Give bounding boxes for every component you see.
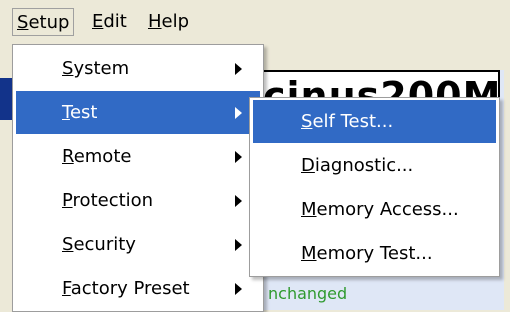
menu-item-factory-preset[interactable]: Factory Preset: [16, 267, 260, 310]
menu-item-remote[interactable]: Remote: [16, 135, 260, 178]
menu-item-self-test-label: elf Test...: [312, 111, 394, 132]
menu-item-diagnostic[interactable]: Diagnostic...: [253, 144, 496, 187]
menu-item-diagnostic-mnemonic: D: [301, 155, 315, 176]
menu-item-security[interactable]: Security: [16, 223, 260, 266]
menu-item-memory-test-label: emory Test...: [316, 243, 433, 264]
menu-edit-mnemonic: E: [92, 11, 104, 32]
menu-item-protection-label: rotection: [72, 190, 154, 211]
menu-item-factory-preset-label: actory Preset: [70, 278, 190, 299]
menu-item-remote-mnemonic: R: [62, 146, 74, 167]
menu-item-factory-preset-mnemonic: F: [62, 278, 71, 299]
menu-item-test-label: est: [69, 102, 98, 123]
menu-item-self-test[interactable]: Self Test...: [253, 100, 496, 143]
menu-item-system-label: ystem: [73, 58, 130, 79]
menu-item-memory-access[interactable]: Memory Access...: [253, 188, 496, 231]
menu-item-protection[interactable]: Protection: [16, 179, 260, 222]
menu-item-security-label: ecurity: [73, 234, 136, 255]
status-text: nchanged: [268, 284, 348, 303]
menu-help-mnemonic: H: [148, 11, 162, 32]
menu-item-memory-test[interactable]: Memory Test...: [253, 232, 496, 275]
submenu-arrow-icon: [235, 151, 242, 163]
menu-item-test[interactable]: Test: [16, 91, 260, 134]
submenu-arrow-icon: [235, 107, 242, 119]
submenu-arrow-icon: [235, 195, 242, 207]
menu-item-memory-access-label: emory Access...: [316, 199, 459, 220]
menu-item-remote-label: emote: [73, 146, 132, 167]
submenu-arrow-icon: [235, 239, 242, 251]
submenu-arrow-icon: [235, 283, 242, 295]
menu-edit-label: dit: [103, 11, 127, 32]
menu-help-label: elp: [161, 11, 190, 32]
menu-setup-label: etup: [28, 12, 70, 33]
menu-item-diagnostic-label: iagnostic...: [314, 155, 414, 176]
menu-item-memory-test-mnemonic: M: [301, 243, 317, 264]
menu-item-protection-mnemonic: P: [62, 190, 73, 211]
menu-item-system-mnemonic: S: [62, 58, 74, 79]
menubar: Setup Edit Help: [0, 0, 510, 42]
menu-edit[interactable]: Edit: [88, 8, 131, 36]
setup-dropdown-menu: System Test Remote Protection Security F…: [12, 44, 264, 312]
menu-item-self-test-mnemonic: S: [301, 111, 313, 132]
test-submenu: Self Test... Diagnostic... Memory Access…: [249, 97, 500, 277]
menu-item-security-mnemonic: S: [62, 234, 74, 255]
menu-setup[interactable]: Setup: [12, 8, 75, 36]
menu-item-test-mnemonic: T: [62, 102, 70, 123]
menu-setup-mnemonic: S: [17, 12, 29, 33]
submenu-arrow-icon: [235, 63, 242, 75]
menu-item-memory-access-mnemonic: M: [301, 199, 317, 220]
menu-item-system[interactable]: System: [16, 47, 260, 90]
menu-help[interactable]: Help: [144, 8, 193, 36]
